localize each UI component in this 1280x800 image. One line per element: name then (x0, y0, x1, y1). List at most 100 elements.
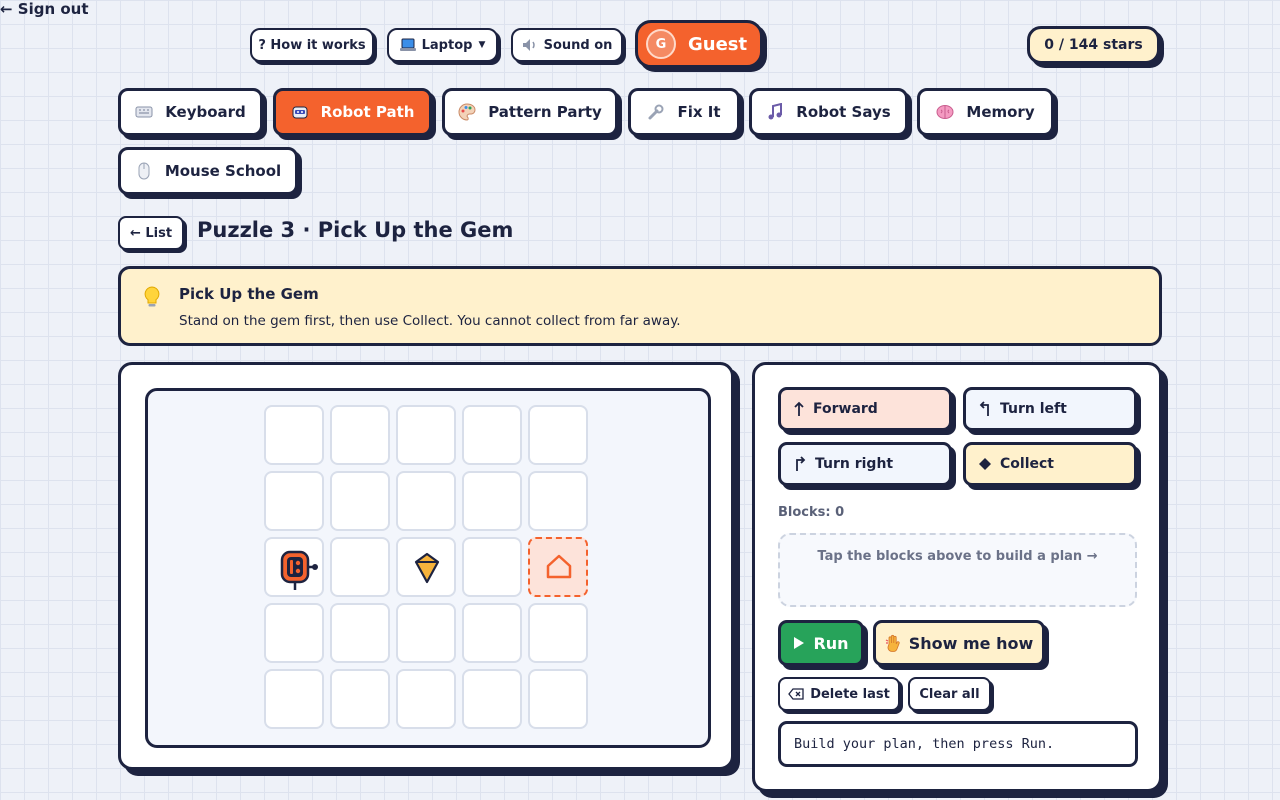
robot-icon (277, 548, 319, 598)
backspace-icon (788, 688, 804, 700)
back-to-list-label: ← List (129, 225, 173, 241)
tab-pattern-party-label: Pattern Party (488, 103, 602, 121)
how-it-works-label: ? How it works (258, 37, 366, 53)
sound-label: Sound on (543, 37, 613, 53)
user-name: Guest (688, 33, 748, 55)
board-cell (264, 471, 324, 531)
show-me-how-label: Show me how (908, 633, 1034, 653)
plan-dropzone[interactable]: Tap the blocks above to build a plan → (778, 533, 1137, 607)
turn-right-label: Turn right (815, 456, 894, 472)
board-panel (118, 362, 734, 770)
board-cell (462, 405, 522, 465)
gem-icon (413, 552, 441, 588)
sound-toggle[interactable]: Sound on (511, 28, 623, 62)
tab-mouse-school[interactable]: Mouse School (118, 147, 298, 195)
stars-label: 0 / 144 stars (1044, 37, 1143, 53)
wrench-icon (647, 103, 665, 121)
back-to-list-button[interactable]: ← List (118, 216, 184, 250)
chevron-down-icon: ▼ (478, 40, 486, 50)
board-area (145, 388, 711, 748)
turn-left-block-button[interactable]: Turn left (963, 387, 1137, 431)
turn-right-block-button[interactable]: Turn right (778, 442, 952, 486)
collect-label: Collect (1000, 456, 1054, 472)
clear-all-label: Clear all (919, 686, 980, 702)
turn-left-icon (978, 401, 992, 417)
sign-out-link[interactable]: ← Sign out (0, 0, 1280, 18)
board-cell (528, 405, 588, 465)
run-label: Run (813, 633, 849, 653)
user-profile-button[interactable]: G Guest (635, 20, 763, 68)
board-cell (528, 471, 588, 531)
delete-last-label: Delete last (810, 686, 890, 702)
board-grid (264, 405, 594, 735)
tab-memory-label: Memory (966, 103, 1035, 121)
board-cell (330, 669, 390, 729)
gem-cell (396, 537, 456, 597)
forward-block-button[interactable]: Forward (778, 387, 952, 431)
board-cell (528, 669, 588, 729)
raised-hand-icon (885, 634, 901, 652)
robot-icon (291, 103, 309, 121)
keyboard-icon (135, 103, 153, 121)
home-icon (545, 553, 573, 585)
board-cell (462, 669, 522, 729)
diamond-icon (978, 457, 992, 471)
board-cell (330, 537, 390, 597)
brain-icon (936, 103, 954, 121)
palette-icon (458, 103, 476, 121)
delete-last-button[interactable]: Delete last (778, 677, 900, 711)
collect-block-button[interactable]: Collect (963, 442, 1137, 486)
tab-pattern-party[interactable]: Pattern Party (442, 88, 618, 136)
control-panel: Forward Turn left Turn right Collect Blo… (752, 362, 1162, 792)
plan-empty-text: Tap the blocks above to build a plan → (817, 549, 1098, 564)
tab-robot-says-label: Robot Says (796, 103, 891, 121)
how-it-works-button[interactable]: ? How it works (250, 28, 374, 62)
home-cell (528, 537, 588, 597)
hint-banner: Pick Up the Gem Stand on the gem first, … (118, 266, 1162, 346)
device-label: Laptop (421, 37, 473, 53)
clear-all-button[interactable]: Clear all (908, 677, 991, 711)
puzzle-title: Puzzle 3 · Pick Up the Gem (197, 218, 514, 242)
robot-cell (264, 537, 324, 597)
tab-robot-path[interactable]: Robot Path (273, 88, 432, 136)
forward-label: Forward (813, 401, 878, 417)
run-button[interactable]: Run (778, 620, 864, 666)
blocks-count: Blocks: 0 (778, 505, 845, 520)
device-select[interactable]: Laptop ▼ (387, 28, 498, 62)
tab-robot-path-label: Robot Path (320, 103, 415, 121)
tab-robot-says[interactable]: Robot Says (749, 88, 908, 136)
avatar: G (646, 29, 676, 59)
tab-keyboard-label: Keyboard (165, 103, 246, 121)
arrow-up-icon (793, 401, 805, 417)
board-cell (264, 405, 324, 465)
laptop-icon (399, 38, 416, 52)
tab-fix-it[interactable]: Fix It (628, 88, 740, 136)
board-cell (330, 405, 390, 465)
speaker-icon (522, 38, 538, 52)
hint-text: Stand on the gem first, then use Collect… (179, 313, 681, 329)
turn-right-icon (793, 456, 807, 472)
board-cell (396, 405, 456, 465)
status-output: Build your plan, then press Run. (778, 721, 1138, 767)
tab-mouse-school-label: Mouse School (164, 162, 282, 180)
tab-memory[interactable]: Memory (917, 88, 1054, 136)
tab-fix-it-label: Fix It (677, 103, 721, 121)
board-cell (396, 471, 456, 531)
hint-title: Pick Up the Gem (179, 285, 319, 303)
board-cell (264, 603, 324, 663)
board-cell (528, 603, 588, 663)
board-cell (330, 603, 390, 663)
music-note-icon (766, 103, 784, 121)
board-cell (264, 669, 324, 729)
board-cell (462, 471, 522, 531)
status-text: Build your plan, then press Run. (794, 736, 1055, 752)
play-icon (793, 636, 805, 650)
mouse-icon (135, 162, 153, 180)
board-cell (330, 471, 390, 531)
tab-keyboard[interactable]: Keyboard (118, 88, 263, 136)
show-me-how-button[interactable]: Show me how (873, 620, 1045, 666)
board-cell (462, 603, 522, 663)
lightbulb-icon (143, 286, 161, 310)
board-cell (462, 537, 522, 597)
board-cell (396, 603, 456, 663)
